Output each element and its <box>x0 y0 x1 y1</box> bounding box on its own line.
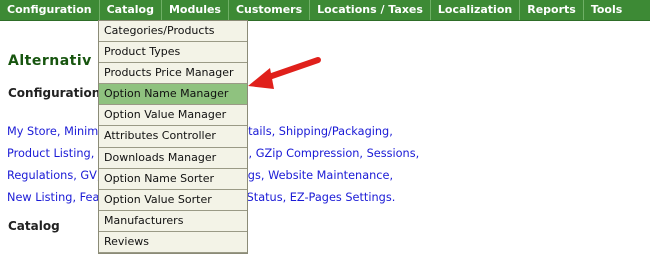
dropdown-item-option-value-manager[interactable]: Option Value Manager <box>99 105 247 127</box>
menu-customers[interactable]: Customers <box>229 0 309 20</box>
link-separator: , <box>72 191 80 204</box>
menu-localization[interactable]: Localization <box>431 0 519 20</box>
dropdown-item-manufacturers[interactable]: Manufacturers <box>99 210 247 232</box>
link-separator: , <box>389 125 393 138</box>
config-link-line: New Listing, Fea, dex Listing, Define Pa… <box>7 187 567 209</box>
configuration-links: My Store, Minim, es, Images, Customer De… <box>7 121 567 209</box>
page-title: Alternativ <box>8 53 92 69</box>
menu-reports[interactable]: Reports <box>520 0 583 20</box>
config-link-line: My Store, Minim, es, Images, Customer De… <box>7 121 567 143</box>
dropdown-item-option-name-manager[interactable]: Option Name Manager <box>99 84 247 106</box>
link-separator: , <box>56 125 65 138</box>
config-link[interactable]: Product Listing <box>7 147 91 160</box>
menu-configuration[interactable]: Configuration <box>0 0 99 20</box>
config-link[interactable]: Minim <box>64 125 98 138</box>
top-menu-bar: Configuration Catalog Modules Customers … <box>0 0 650 21</box>
dropdown-item-option-name-sorter[interactable]: Option Name Sorter <box>99 168 247 190</box>
menu-modules[interactable]: Modules <box>162 0 228 20</box>
config-link[interactable]: GV <box>80 169 96 182</box>
link-separator: , <box>260 169 269 182</box>
link-separator: , <box>90 147 98 160</box>
dropdown-item-downloads-manager[interactable]: Downloads Manager <box>99 147 247 169</box>
link-separator: , <box>359 147 367 160</box>
dropdown-item-reviews[interactable]: Reviews <box>99 231 247 254</box>
red-arrow-annotation-icon <box>248 57 321 89</box>
config-link[interactable]: GZip Compression <box>256 147 360 160</box>
config-link[interactable]: Shipping/Packaging <box>279 125 389 138</box>
link-separator: . <box>391 191 396 204</box>
link-separator: , <box>248 147 256 160</box>
config-link[interactable]: EZ-Pages Settings <box>290 191 392 204</box>
menu-locations-taxes[interactable]: Locations / Taxes <box>310 0 430 20</box>
dropdown-item-option-value-sorter[interactable]: Option Value Sorter <box>99 189 247 211</box>
link-separator: , <box>415 147 420 160</box>
catalog-heading: Catalog <box>8 219 60 233</box>
configuration-heading: Configuration <box>8 86 101 100</box>
dropdown-item-product-types[interactable]: Product Types <box>99 42 247 64</box>
config-link[interactable]: Website Maintenance <box>268 169 389 182</box>
dropdown-item-categories-products[interactable]: Categories/Products <box>99 21 247 43</box>
config-link[interactable]: Sessions <box>367 147 416 160</box>
menu-tools[interactable]: Tools <box>584 0 629 20</box>
config-link[interactable]: My Store <box>7 125 57 138</box>
catalog-dropdown-menu: Categories/Products Product Types Produc… <box>98 20 248 254</box>
config-link[interactable]: Regulations <box>7 169 73 182</box>
dropdown-item-attributes-controller[interactable]: Attributes Controller <box>99 126 247 148</box>
config-link[interactable]: Fea <box>80 191 100 204</box>
link-separator: , <box>389 169 394 182</box>
config-link-line: Regulations, GV, roduct Info, Layout Set… <box>7 165 567 187</box>
menu-catalog[interactable]: Catalog <box>99 0 161 20</box>
config-link[interactable]: New Listing <box>7 191 72 204</box>
config-link-line: Product Listing, GV, ons, Attribute Sett… <box>7 143 567 165</box>
dropdown-item-products-price-manager[interactable]: Products Price Manager <box>99 63 247 85</box>
link-separator: , <box>282 191 290 204</box>
link-separator: , <box>271 125 279 138</box>
